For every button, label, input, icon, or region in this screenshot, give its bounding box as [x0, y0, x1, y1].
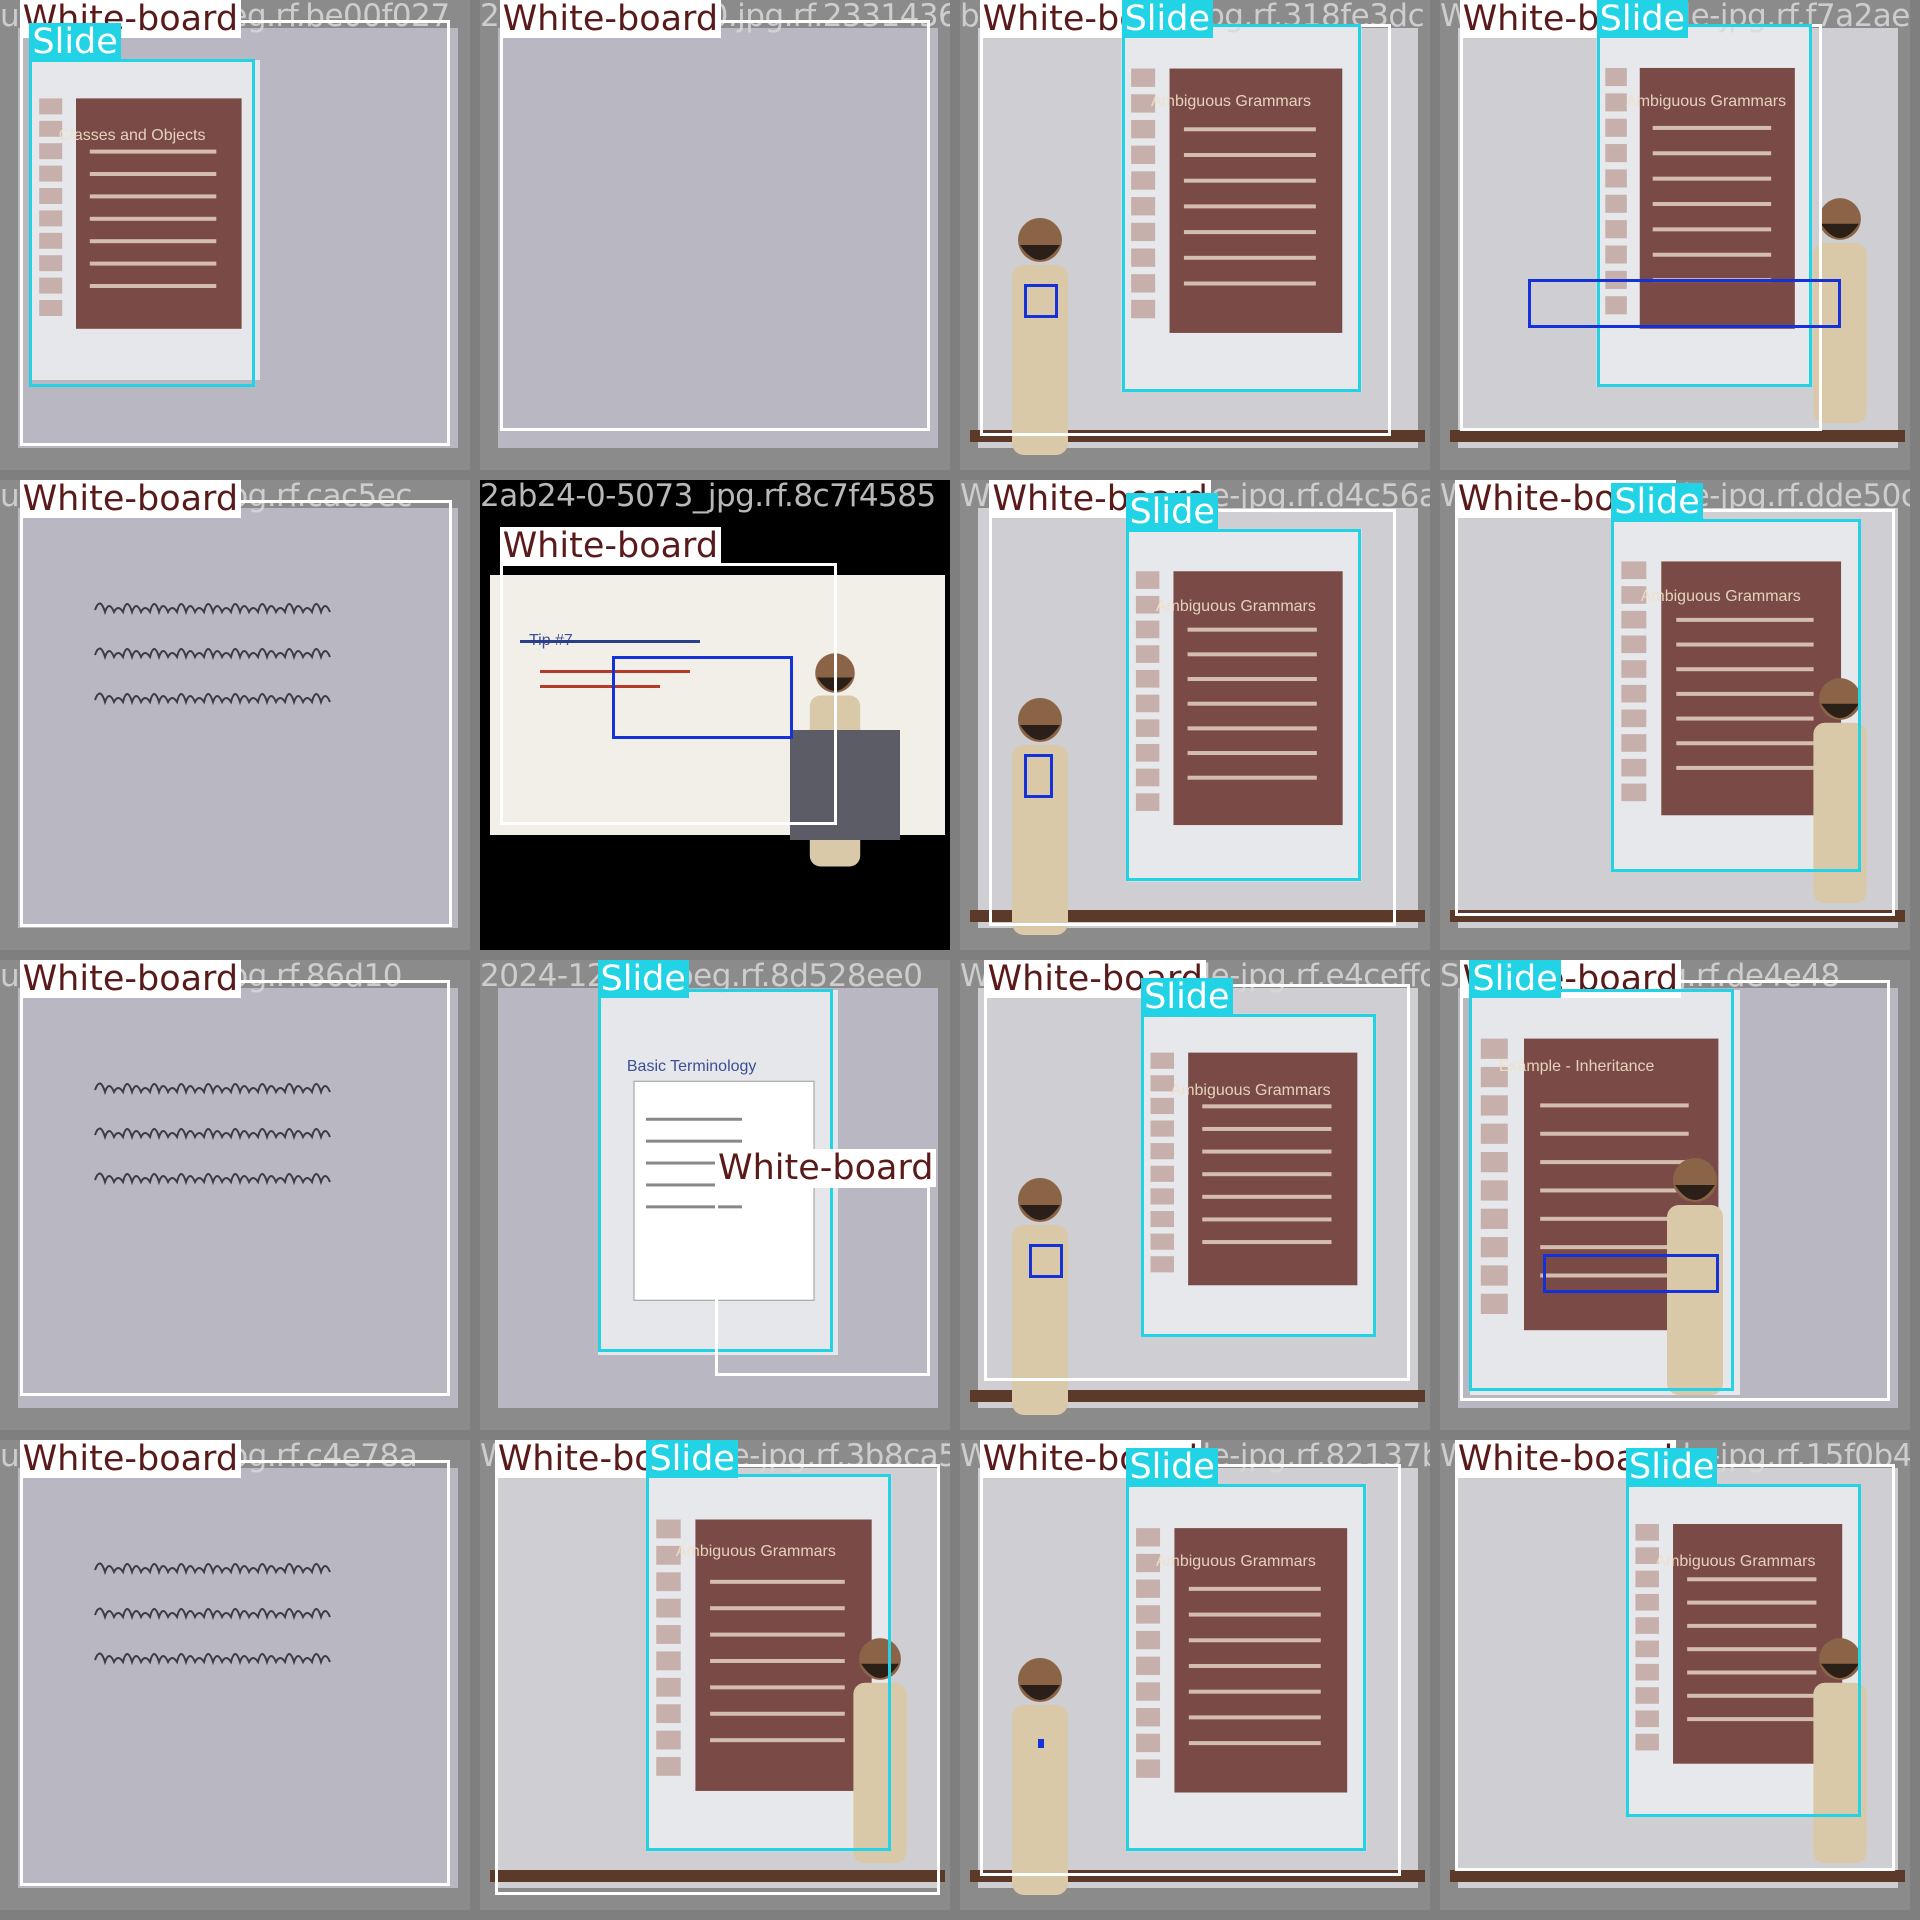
instr-bbox [1528, 279, 1842, 329]
instr-bbox [1023, 754, 1054, 799]
slide-bbox [1126, 1484, 1367, 1852]
detection-mosaic: untitle-0-64-_jpeg.rf.be00f027Classes an… [0, 0, 1920, 1920]
detection-tile: White-board-Slide-jpg.rf.d4c56a2Ambiguou… [960, 480, 1430, 950]
detection-tile: White-board-Slide-jpg.rf.e4ceffc5Ambiguo… [960, 960, 1430, 1430]
whiteboard-bbox [19, 1459, 451, 1886]
whiteboard-label: White-board [19, 480, 242, 518]
slide-bbox [1121, 24, 1362, 392]
detection-tile: untitle-0-64-_jpeg.rf.be00f027Classes an… [0, 0, 470, 470]
whiteboard-label: White-board [19, 960, 242, 998]
instr-bbox [1023, 283, 1058, 319]
slide-bbox [1611, 519, 1862, 872]
detection-tile: untitle-0-658-_jpg.rf.86d10White-board [0, 960, 470, 1430]
slide-bbox [646, 1474, 892, 1852]
instr-bbox [612, 656, 794, 740]
detection-tile: 2024-12-01_160.jpg.rf.23314362White-boar… [480, 0, 950, 470]
slide-label: Slide [1626, 1448, 1718, 1487]
filename-label: 2ab24-0-5073_jpg.rf.8c7f4585 [480, 480, 936, 514]
whiteboard-label: White-board [19, 1440, 242, 1478]
slide-label: Slide [1126, 492, 1218, 531]
detection-tile: bf058-3cf-Slide-jpg.rf.318fe3dcAmbiguous… [960, 0, 1430, 470]
slide-label: Slide [1611, 483, 1703, 522]
whiteboard-bbox [19, 499, 453, 928]
whiteboard-bbox [715, 1185, 931, 1377]
detection-tile: White-board-Slide-jpg.rf.f7a2ae7Ambiguou… [1440, 0, 1910, 470]
slide-bbox [29, 58, 255, 387]
whiteboard-bbox [19, 979, 451, 1396]
detection-tile: White-board-Slide-jpg.rf.dde50cAmbiguous… [1440, 480, 1910, 950]
slide-bbox [1469, 989, 1734, 1391]
whiteboard-label: White-board [715, 1149, 937, 1188]
slide-label: Slide [597, 960, 689, 998]
slide-label: Slide [646, 1440, 738, 1478]
slide-label: Slide [1596, 0, 1689, 38]
instr-bbox [1542, 1253, 1720, 1293]
whiteboard-label: White-board [499, 0, 722, 38]
slide-bbox [1126, 528, 1362, 882]
detection-tile: Slide-board-jpeg.rf.de4e48Example - Inhe… [1440, 960, 1910, 1430]
slide-bbox [1596, 24, 1813, 387]
slide-label: Slide [29, 22, 121, 61]
detection-tile: 2ab24-0-5073_jpg.rf.8c7f4585 Tip #7 White-… [480, 480, 950, 950]
detection-tile: untitle-0-658-_jpg.rf.cac5ecWhite-board [0, 480, 470, 950]
instr-bbox [1038, 1738, 1045, 1749]
whiteboard-label: White-board [499, 527, 722, 566]
slide-label: Slide [1469, 960, 1561, 998]
slide-label: Slide [1126, 1448, 1218, 1487]
detection-tile: White-board-Slide-jpg.rf.15f0b4bAmbiguou… [1440, 1440, 1910, 1910]
detection-tile: White-board-Slide-jpg.rf.82137bbAmbiguou… [960, 1440, 1430, 1910]
detection-tile: 2024-12-05-jpeg.rf.8d528ee0 Basic Termino… [480, 960, 950, 1430]
whiteboard-bbox [499, 19, 931, 431]
slide-bbox [1141, 1013, 1377, 1337]
detection-tile: untitle-0-623-_jpg.rf.c4e78aWhite-board [0, 1440, 470, 1910]
detection-tile: White-board-Slide-jpg.rf.3b8ca5aAmbiguou… [480, 1440, 950, 1910]
slide-bbox [1626, 1484, 1862, 1817]
slide-label: Slide [1141, 977, 1233, 1016]
instr-bbox [1028, 1243, 1063, 1279]
slide-label: Slide [1121, 0, 1213, 38]
